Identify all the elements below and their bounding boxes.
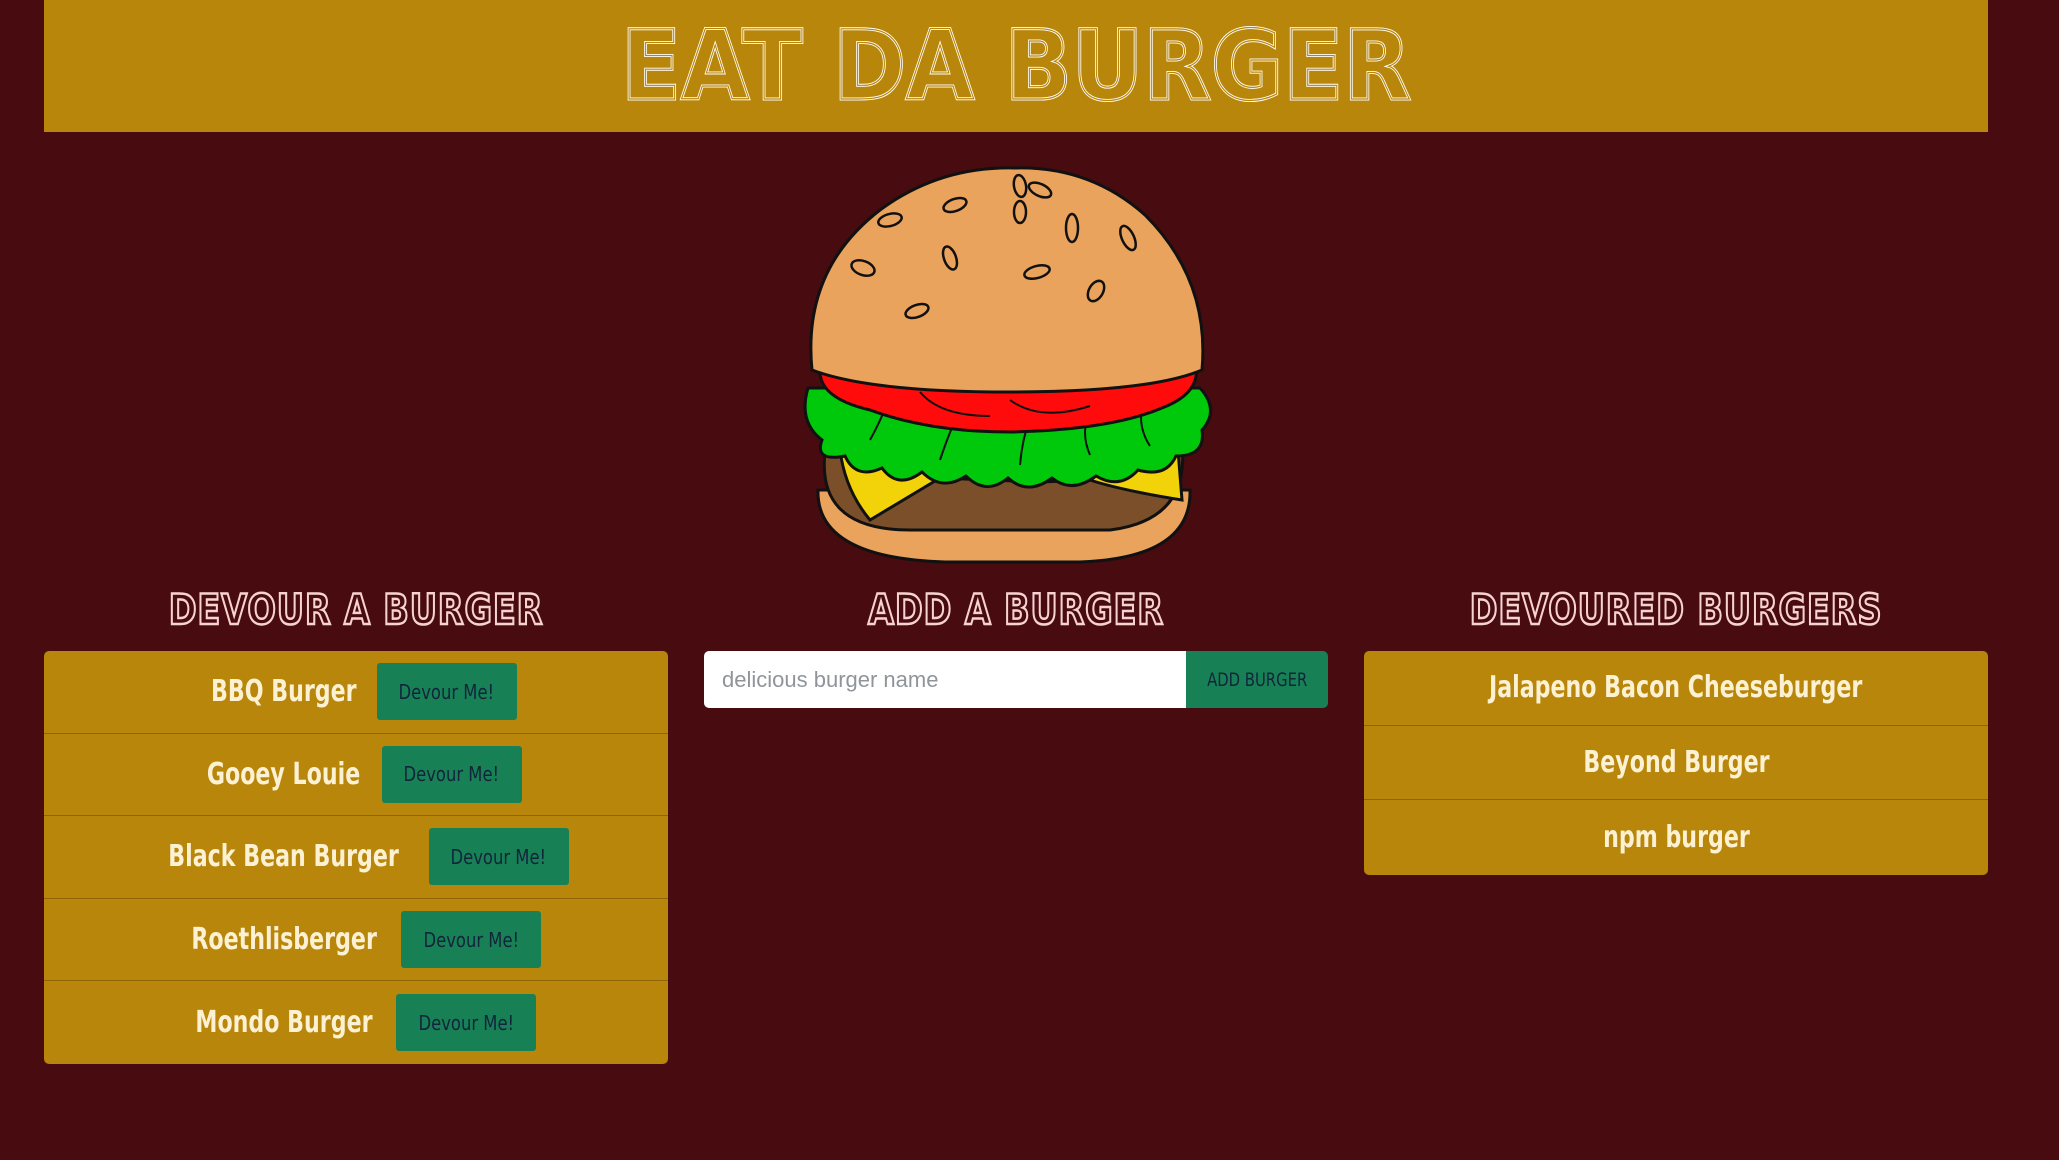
devoured-list-item: Jalapeno Bacon Cheeseburger: [1364, 651, 1988, 726]
devoured-burger-list: Jalapeno Bacon Cheeseburger Beyond Burge…: [1364, 651, 1988, 876]
burger-name: Mondo Burger: [195, 1005, 373, 1041]
site-title-svg: EAT DA BURGER EAT DA BURGER: [620, 11, 1413, 121]
devour-section-title: DEVOUR A BURGER: [168, 584, 544, 636]
devour-list-item: Gooey Louie Devour Me!: [44, 734, 668, 817]
site-title-inline-stripe: EAT DA BURGER: [621, 11, 1411, 121]
burger-name: Gooey Louie: [207, 756, 361, 792]
burger-name-input[interactable]: [704, 651, 1186, 708]
add-burger-button[interactable]: ADD BURGER: [1186, 651, 1328, 708]
devour-button[interactable]: Devour Me!: [428, 828, 569, 886]
burger-name: Roethlisberger: [191, 922, 377, 958]
devoured-burger-name: Jalapeno Bacon Cheeseburger: [1489, 670, 1863, 706]
hamburger-illustration: [803, 166, 1212, 564]
burger-name: BBQ Burger: [211, 674, 357, 710]
add-burger-button-label: ADD BURGER: [1206, 668, 1308, 691]
devour-button-label: Devour Me!: [398, 679, 495, 704]
devour-button[interactable]: Devour Me!: [381, 745, 522, 803]
devoured-burger-name: Beyond Burger: [1582, 745, 1770, 781]
header-banner: EAT DA BURGER EAT DA BURGER: [44, 0, 1988, 132]
devoured-list-item: Beyond Burger: [1364, 726, 1988, 801]
devour-button[interactable]: Devour Me!: [401, 911, 542, 969]
devour-button[interactable]: Devour Me!: [395, 994, 536, 1052]
devoured-burger-name: npm burger: [1602, 820, 1750, 856]
devoured-section-title: DEVOURED BURGERS: [1469, 584, 1883, 636]
devour-list-item: Black Bean Burger Devour Me!: [44, 816, 668, 899]
add-section-title: ADD A BURGER: [867, 584, 1164, 636]
add-burger-form: ADD BURGER: [704, 651, 1328, 708]
devour-list-item: BBQ Burger Devour Me!: [44, 651, 668, 734]
devour-button[interactable]: Devour Me!: [376, 663, 517, 721]
devour-list-item: Roethlisberger Devour Me!: [44, 899, 668, 982]
burger-name: Black Bean Burger: [168, 839, 400, 875]
devour-button-label: Devour Me!: [423, 927, 519, 952]
devoured-list-item: npm burger: [1364, 800, 1988, 875]
devour-burger-list: BBQ Burger Devour Me! Gooey Louie Devour…: [44, 651, 668, 1064]
devour-button-label: Devour Me!: [403, 762, 500, 787]
devour-button-label: Devour Me!: [418, 1010, 514, 1035]
devour-list-item: Mondo Burger Devour Me!: [44, 981, 668, 1064]
devour-button-label: Devour Me!: [450, 844, 547, 869]
